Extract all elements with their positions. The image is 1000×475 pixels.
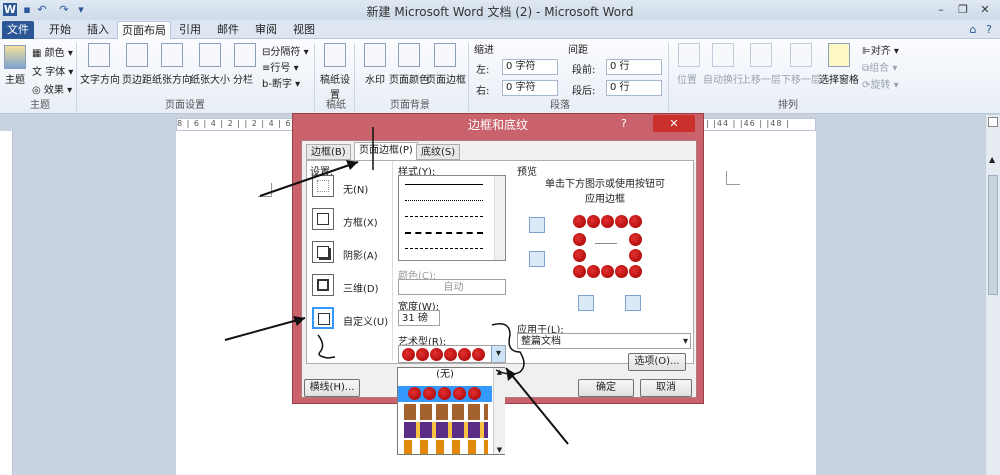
annotation-arrow bbox=[259, 161, 359, 197]
annotation-overlay bbox=[224, 127, 569, 445]
annotation-arrow bbox=[505, 367, 569, 445]
annotation-scribble bbox=[317, 334, 336, 359]
annotation-arrow bbox=[224, 317, 306, 341]
annotation-scribble bbox=[491, 323, 525, 375]
